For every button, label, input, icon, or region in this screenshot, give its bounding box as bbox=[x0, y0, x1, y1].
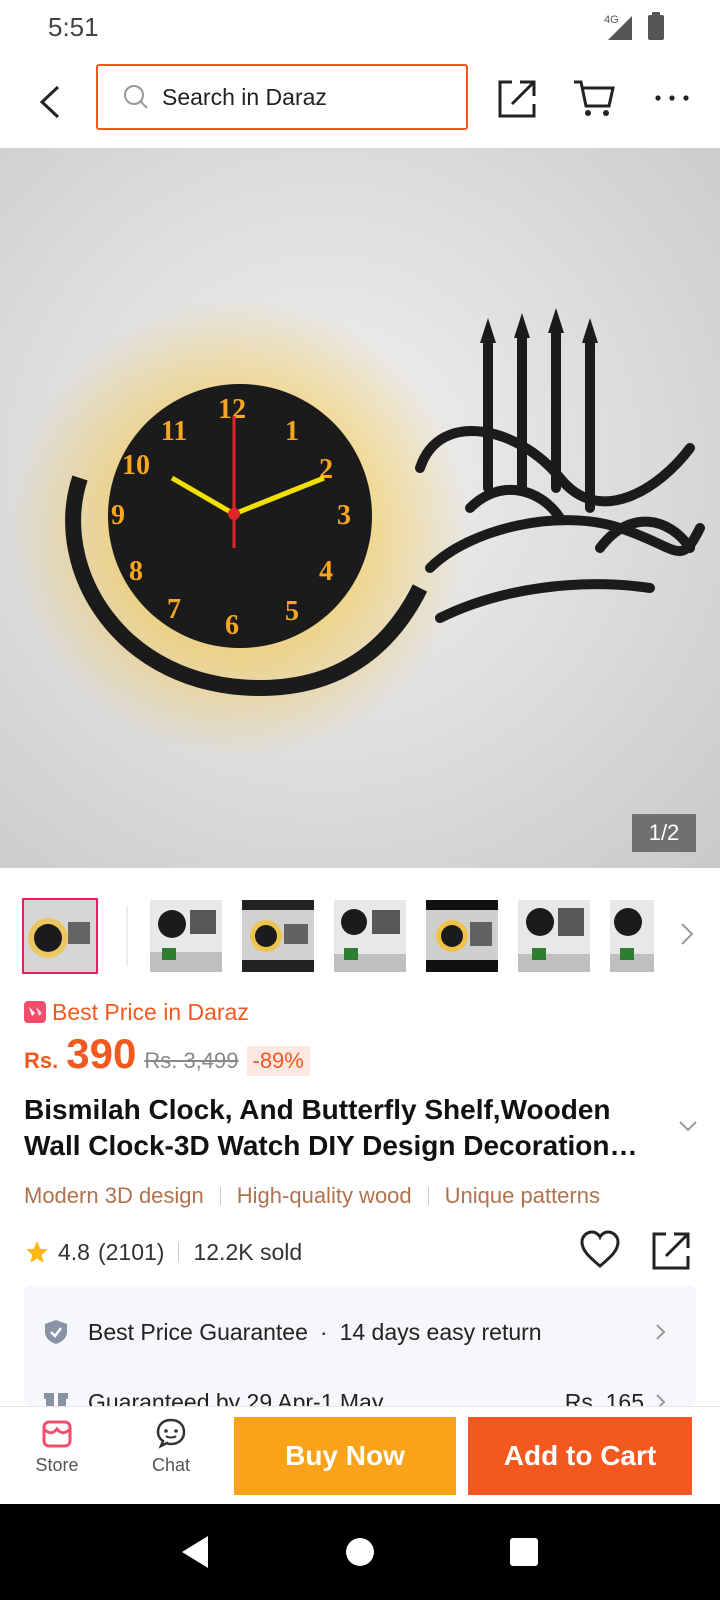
top-bar: Search in Daraz bbox=[0, 56, 720, 148]
guarantee-row[interactable]: Best Price Guarantee · 14 days easy retu… bbox=[24, 1300, 696, 1364]
thumbnail-3[interactable] bbox=[242, 900, 314, 972]
chat-button[interactable]: Chat bbox=[126, 1417, 216, 1493]
signal-icon bbox=[608, 16, 632, 40]
nav-home-icon[interactable] bbox=[332, 1524, 388, 1580]
svg-text:1: 1 bbox=[285, 416, 299, 447]
stats-divider bbox=[178, 1242, 180, 1262]
svg-text:11: 11 bbox=[161, 416, 187, 447]
feature-tag: Modern 3D design bbox=[24, 1183, 204, 1208]
bottom-action-bar: Store Chat Buy Now Add to Cart bbox=[0, 1406, 720, 1505]
sold-count: 12.2K sold bbox=[193, 1238, 303, 1265]
chat-icon bbox=[156, 1418, 186, 1449]
guarantee-right bbox=[644, 1322, 668, 1342]
chevron-down-icon[interactable] bbox=[674, 1112, 702, 1140]
search-icon bbox=[124, 85, 148, 109]
thumbnail-1[interactable] bbox=[22, 898, 98, 974]
shield-icon bbox=[45, 1320, 67, 1344]
product-image[interactable]: 12 1 2 345 678 9 10 11 bbox=[0, 148, 720, 868]
thumbnail-7[interactable] bbox=[610, 900, 654, 972]
nav-back-icon[interactable] bbox=[168, 1524, 224, 1580]
svg-text:5: 5 bbox=[285, 596, 299, 627]
discount-badge: -89% bbox=[246, 1046, 310, 1076]
price-row: Rs. 390 Rs. 3,499 -89% bbox=[24, 1030, 310, 1086]
svg-text:12: 12 bbox=[218, 394, 246, 425]
delivery-fee: Rs. 165 bbox=[564, 1388, 644, 1407]
chevron-right-icon[interactable] bbox=[676, 916, 700, 952]
share-icon bbox=[498, 80, 536, 118]
svg-text:4: 4 bbox=[319, 556, 333, 587]
nav-recents-icon[interactable] bbox=[496, 1524, 552, 1580]
tag-divider bbox=[219, 1187, 221, 1205]
svg-text:6: 6 bbox=[225, 610, 239, 641]
cart-icon bbox=[574, 80, 615, 116]
delivery-row[interactable]: Guaranteed by 29 Apr-1 May Rs. 165 bbox=[24, 1370, 696, 1406]
price-currency: Rs. bbox=[24, 1048, 59, 1073]
image-counter: 1/2 bbox=[632, 814, 696, 852]
more-button[interactable] bbox=[644, 70, 700, 126]
price-tag-icon bbox=[24, 1001, 46, 1023]
search-placeholder: Search in Daraz bbox=[162, 83, 327, 110]
rating-stats[interactable]: 4.8 (2101) 12.2K sold bbox=[24, 1232, 302, 1272]
service-info: Best Price Guarantee · 14 days easy retu… bbox=[24, 1286, 696, 1406]
product-title: Bismilah Clock, And Butterfly Shelf,Wood… bbox=[24, 1094, 611, 1161]
thumbnail-4[interactable] bbox=[334, 900, 406, 972]
svg-text:8: 8 bbox=[129, 556, 143, 587]
cart-button[interactable] bbox=[566, 70, 622, 126]
thumbnail-5[interactable] bbox=[426, 900, 498, 972]
status-time: 5:51 bbox=[48, 12, 99, 42]
svg-text:7: 7 bbox=[167, 594, 181, 625]
heart-icon[interactable] bbox=[578, 1228, 622, 1272]
thumbnail-strip bbox=[0, 896, 720, 984]
guarantee-text: Best Price Guarantee bbox=[88, 1318, 308, 1345]
back-button[interactable] bbox=[28, 78, 72, 126]
svg-text:9: 9 bbox=[111, 500, 125, 531]
delivery-box-icon bbox=[44, 1393, 68, 1406]
store-icon bbox=[42, 1420, 72, 1448]
chevron-right-icon bbox=[656, 1394, 666, 1406]
buy-now-button[interactable]: Buy Now bbox=[234, 1417, 456, 1495]
star-icon bbox=[26, 1241, 48, 1263]
more-icon bbox=[655, 95, 689, 101]
share-button[interactable] bbox=[490, 70, 546, 126]
review-count: (2101) bbox=[97, 1238, 165, 1265]
rating-value: 4.8 bbox=[58, 1238, 90, 1265]
feature-tags: Modern 3D design High-quality wood Uniqu… bbox=[24, 1178, 600, 1214]
delivery-text: Guaranteed by 29 Apr-1 May bbox=[88, 1388, 384, 1407]
store-button[interactable]: Store bbox=[12, 1417, 102, 1493]
svg-text:3: 3 bbox=[337, 500, 351, 531]
best-price-label: Best Price in Daraz bbox=[52, 998, 249, 1025]
delivery-fee-group: Rs. 165 bbox=[564, 1388, 668, 1407]
battery-icon bbox=[648, 12, 664, 40]
add-to-cart-button[interactable]: Add to Cart bbox=[468, 1417, 692, 1495]
price-original: Rs. 3,499 bbox=[144, 1048, 239, 1073]
return-text: 14 days easy return bbox=[339, 1318, 542, 1345]
chat-label: Chat bbox=[151, 1455, 191, 1475]
chevron-right-icon bbox=[656, 1324, 666, 1340]
arrow-left-icon bbox=[39, 85, 60, 119]
feature-tag: Unique patterns bbox=[444, 1183, 600, 1208]
search-input[interactable]: Search in Daraz bbox=[96, 64, 468, 130]
thumbnail-2[interactable] bbox=[150, 900, 222, 972]
info-separator: · bbox=[319, 1318, 328, 1345]
best-price-badge: Best Price in Daraz bbox=[24, 994, 249, 1030]
thumbnail-divider bbox=[126, 906, 128, 966]
system-nav-bar bbox=[0, 1504, 720, 1600]
status-bar: 5:51 4G bbox=[0, 0, 720, 56]
store-label: Store bbox=[35, 1455, 79, 1475]
feature-tag: High-quality wood bbox=[236, 1183, 412, 1208]
thumbnail-6[interactable] bbox=[518, 900, 590, 972]
tag-divider bbox=[427, 1187, 429, 1205]
share-icon[interactable] bbox=[650, 1228, 694, 1272]
svg-text:10: 10 bbox=[122, 450, 150, 481]
price-current: 390 bbox=[66, 1030, 137, 1077]
